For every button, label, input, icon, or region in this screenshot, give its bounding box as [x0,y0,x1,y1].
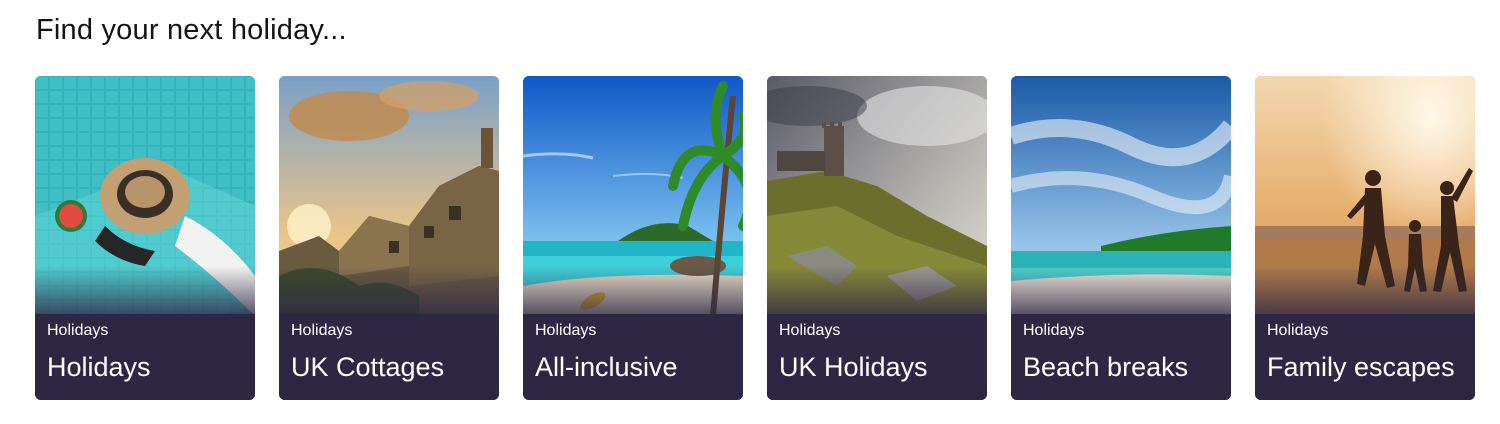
card-title: UK Cottages [291,352,445,382]
card-uk-holidays[interactable]: Holidays UK Holidays [767,76,987,400]
card-title: UK Holidays [779,352,928,382]
card-category: Holidays [1267,322,1329,339]
card-category: Holidays [47,322,109,339]
card-title: Family escapes [1267,352,1455,382]
card-title: All-inclusive [535,352,678,382]
card-holidays[interactable]: Holidays Holidays [35,76,255,400]
holiday-card-list: Holidays Holidays Holidays UK Cottages H… [35,76,1475,400]
card-beach-breaks[interactable]: Holidays Beach breaks [1011,76,1231,400]
card-category: Holidays [1023,322,1085,339]
page-title: Find your next holiday... [36,14,347,46]
card-category: Holidays [779,322,841,339]
card-all-inclusive[interactable]: Holidays All-inclusive [523,76,743,400]
card-family-escapes[interactable]: Holidays Family escapes [1255,76,1475,400]
card-title: Beach breaks [1023,352,1189,382]
card-title: Holidays [47,352,151,382]
card-category: Holidays [291,322,353,339]
card-category: Holidays [535,322,597,339]
card-uk-cottages[interactable]: Holidays UK Cottages [279,76,499,400]
